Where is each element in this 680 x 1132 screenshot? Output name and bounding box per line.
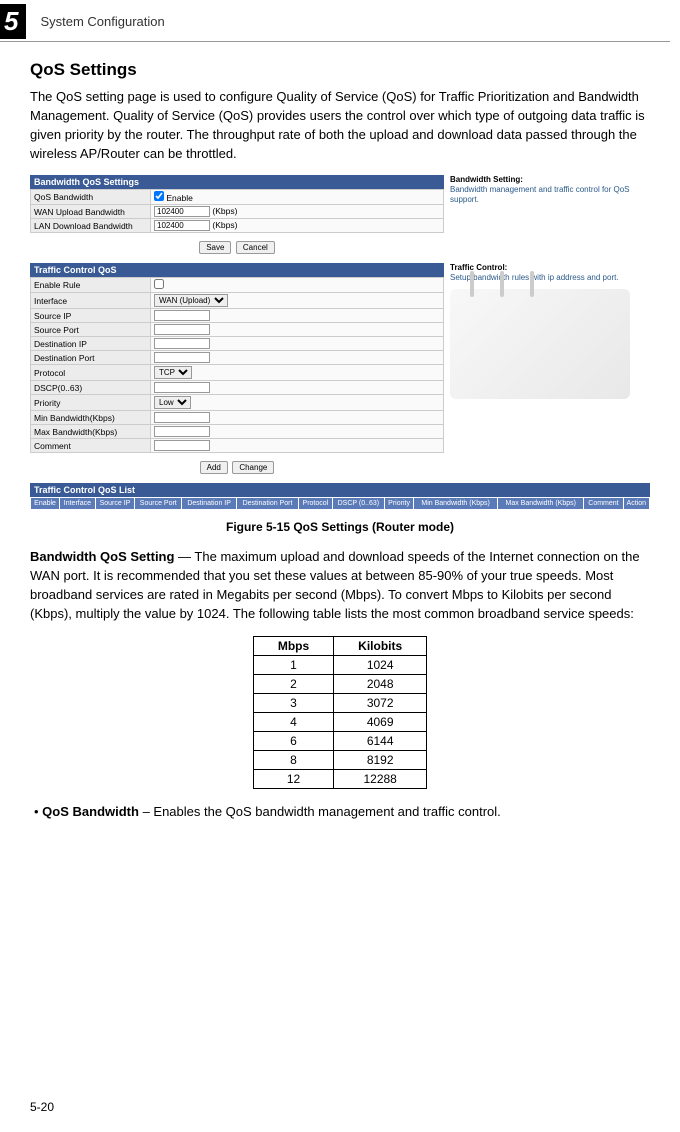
qos-list-table: Enable Interface Source IP Source Port D… bbox=[30, 497, 650, 510]
help-tc-title: Traffic Control: bbox=[450, 263, 507, 272]
dscp-input[interactable] bbox=[154, 382, 210, 393]
traffic-control-table: Enable Rule Interface WAN (Upload) Sourc… bbox=[30, 277, 444, 453]
dscp-label: DSCP(0..63) bbox=[31, 381, 151, 395]
help-tc-text: Setup bandwidth rules with ip address an… bbox=[450, 273, 650, 283]
dest-port-input[interactable] bbox=[154, 352, 210, 363]
intro-paragraph: The QoS setting page is used to configur… bbox=[30, 88, 650, 163]
wan-upload-input[interactable] bbox=[154, 206, 210, 217]
priority-select[interactable]: Low bbox=[154, 396, 191, 409]
save-button[interactable]: Save bbox=[199, 241, 231, 254]
table-row: 8192 bbox=[334, 750, 427, 769]
table-row: 3072 bbox=[334, 693, 427, 712]
table-row: 2048 bbox=[334, 674, 427, 693]
section-title: QoS Settings bbox=[30, 60, 650, 80]
table-row: 12288 bbox=[334, 769, 427, 788]
comment-label: Comment bbox=[31, 439, 151, 453]
bandwidth-panel-header: Bandwidth QoS Settings bbox=[30, 175, 444, 189]
priority-label: Priority bbox=[31, 395, 151, 411]
router-image bbox=[450, 289, 630, 399]
qos-bandwidth-checkbox[interactable] bbox=[154, 191, 164, 201]
dest-port-label: Destination Port bbox=[31, 351, 151, 365]
protocol-label: Protocol bbox=[31, 365, 151, 381]
traffic-panel-header: Traffic Control QoS bbox=[30, 263, 444, 277]
source-ip-input[interactable] bbox=[154, 310, 210, 321]
table-row: 4 bbox=[253, 712, 333, 731]
min-bw-input[interactable] bbox=[154, 412, 210, 423]
qos-col-dest-port: Destination Port bbox=[236, 498, 298, 510]
bandwidth-settings-table: QoS Bandwidth Enable WAN Upload Bandwidt… bbox=[30, 189, 444, 233]
wan-upload-unit: (Kbps) bbox=[212, 206, 237, 216]
table-row: 2 bbox=[253, 674, 333, 693]
qos-col-comment: Comment bbox=[584, 498, 623, 510]
enable-text: Enable bbox=[166, 193, 192, 203]
source-port-label: Source Port bbox=[31, 323, 151, 337]
protocol-select[interactable]: TCP bbox=[154, 366, 192, 379]
qos-col-priority: Priority bbox=[385, 498, 414, 510]
help-bw-title: Bandwidth Setting: bbox=[450, 175, 523, 184]
figure-caption: Figure 5-15 QoS Settings (Router mode) bbox=[30, 520, 650, 534]
dest-ip-input[interactable] bbox=[154, 338, 210, 349]
comment-input[interactable] bbox=[154, 440, 210, 451]
page-number: 5-20 bbox=[30, 1100, 54, 1114]
speed-th-mbps: Mbps bbox=[253, 636, 333, 655]
table-row: 8 bbox=[253, 750, 333, 769]
cancel-button[interactable]: Cancel bbox=[236, 241, 275, 254]
table-row: 1 bbox=[253, 655, 333, 674]
table-row: 3 bbox=[253, 693, 333, 712]
max-bw-input[interactable] bbox=[154, 426, 210, 437]
help-bw-text: Bandwidth management and traffic control… bbox=[450, 185, 650, 204]
interface-label: Interface bbox=[31, 293, 151, 309]
bullet1-label: QoS Bandwidth bbox=[42, 804, 139, 819]
source-ip-label: Source IP bbox=[31, 309, 151, 323]
table-row: 1024 bbox=[334, 655, 427, 674]
qos-col-dest-ip: Destination IP bbox=[182, 498, 237, 510]
bullet-qos-bandwidth: • QoS Bandwidth – Enables the QoS bandwi… bbox=[34, 803, 650, 821]
bandwidth-desc-paragraph: Bandwidth QoS Setting — The maximum uplo… bbox=[30, 548, 650, 623]
enable-rule-label: Enable Rule bbox=[31, 278, 151, 293]
lan-download-input[interactable] bbox=[154, 220, 210, 231]
chapter-title: System Configuration bbox=[40, 14, 164, 29]
bandwidth-desc-label: Bandwidth QoS Setting bbox=[30, 549, 174, 564]
qos-col-enable: Enable bbox=[31, 498, 60, 510]
wan-upload-label: WAN Upload Bandwidth bbox=[31, 205, 151, 219]
speed-table: Mbps Kilobits 11024 22048 33072 44069 66… bbox=[253, 636, 427, 789]
bullet1-text: – Enables the QoS bandwidth management a… bbox=[139, 804, 501, 819]
qos-bandwidth-label: QoS Bandwidth bbox=[31, 190, 151, 205]
table-row: 6 bbox=[253, 731, 333, 750]
lan-download-label: LAN Download Bandwidth bbox=[31, 219, 151, 233]
speed-th-kilobits: Kilobits bbox=[334, 636, 427, 655]
qos-col-protocol: Protocol bbox=[299, 498, 333, 510]
interface-select[interactable]: WAN (Upload) bbox=[154, 294, 228, 307]
min-bw-label: Min Bandwidth(Kbps) bbox=[31, 411, 151, 425]
add-button[interactable]: Add bbox=[200, 461, 228, 474]
table-row: 12 bbox=[253, 769, 333, 788]
enable-rule-checkbox[interactable] bbox=[154, 279, 164, 289]
source-port-input[interactable] bbox=[154, 324, 210, 335]
lan-download-unit: (Kbps) bbox=[212, 220, 237, 230]
change-button[interactable]: Change bbox=[232, 461, 274, 474]
qos-col-source-port: Source Port bbox=[135, 498, 182, 510]
qos-col-max-bw: Max Bandwidth (Kbps) bbox=[498, 498, 584, 510]
screenshot-bandwidth-qos: Bandwidth QoS Settings QoS Bandwidth Ena… bbox=[30, 175, 650, 510]
chapter-number: 5 bbox=[0, 4, 26, 39]
max-bw-label: Max Bandwidth(Kbps) bbox=[31, 425, 151, 439]
qos-col-source-ip: Source IP bbox=[95, 498, 135, 510]
qos-col-min-bw: Min Bandwidth (Kbps) bbox=[414, 498, 498, 510]
dest-ip-label: Destination IP bbox=[31, 337, 151, 351]
qos-col-dscp: DSCP (0..63) bbox=[332, 498, 384, 510]
table-row: 6144 bbox=[334, 731, 427, 750]
qos-col-action: Action bbox=[623, 498, 649, 510]
chapter-header: 5 System Configuration bbox=[0, 4, 670, 42]
qos-col-interface: Interface bbox=[60, 498, 96, 510]
qos-list-header: Traffic Control QoS List bbox=[30, 483, 650, 497]
table-row: 4069 bbox=[334, 712, 427, 731]
